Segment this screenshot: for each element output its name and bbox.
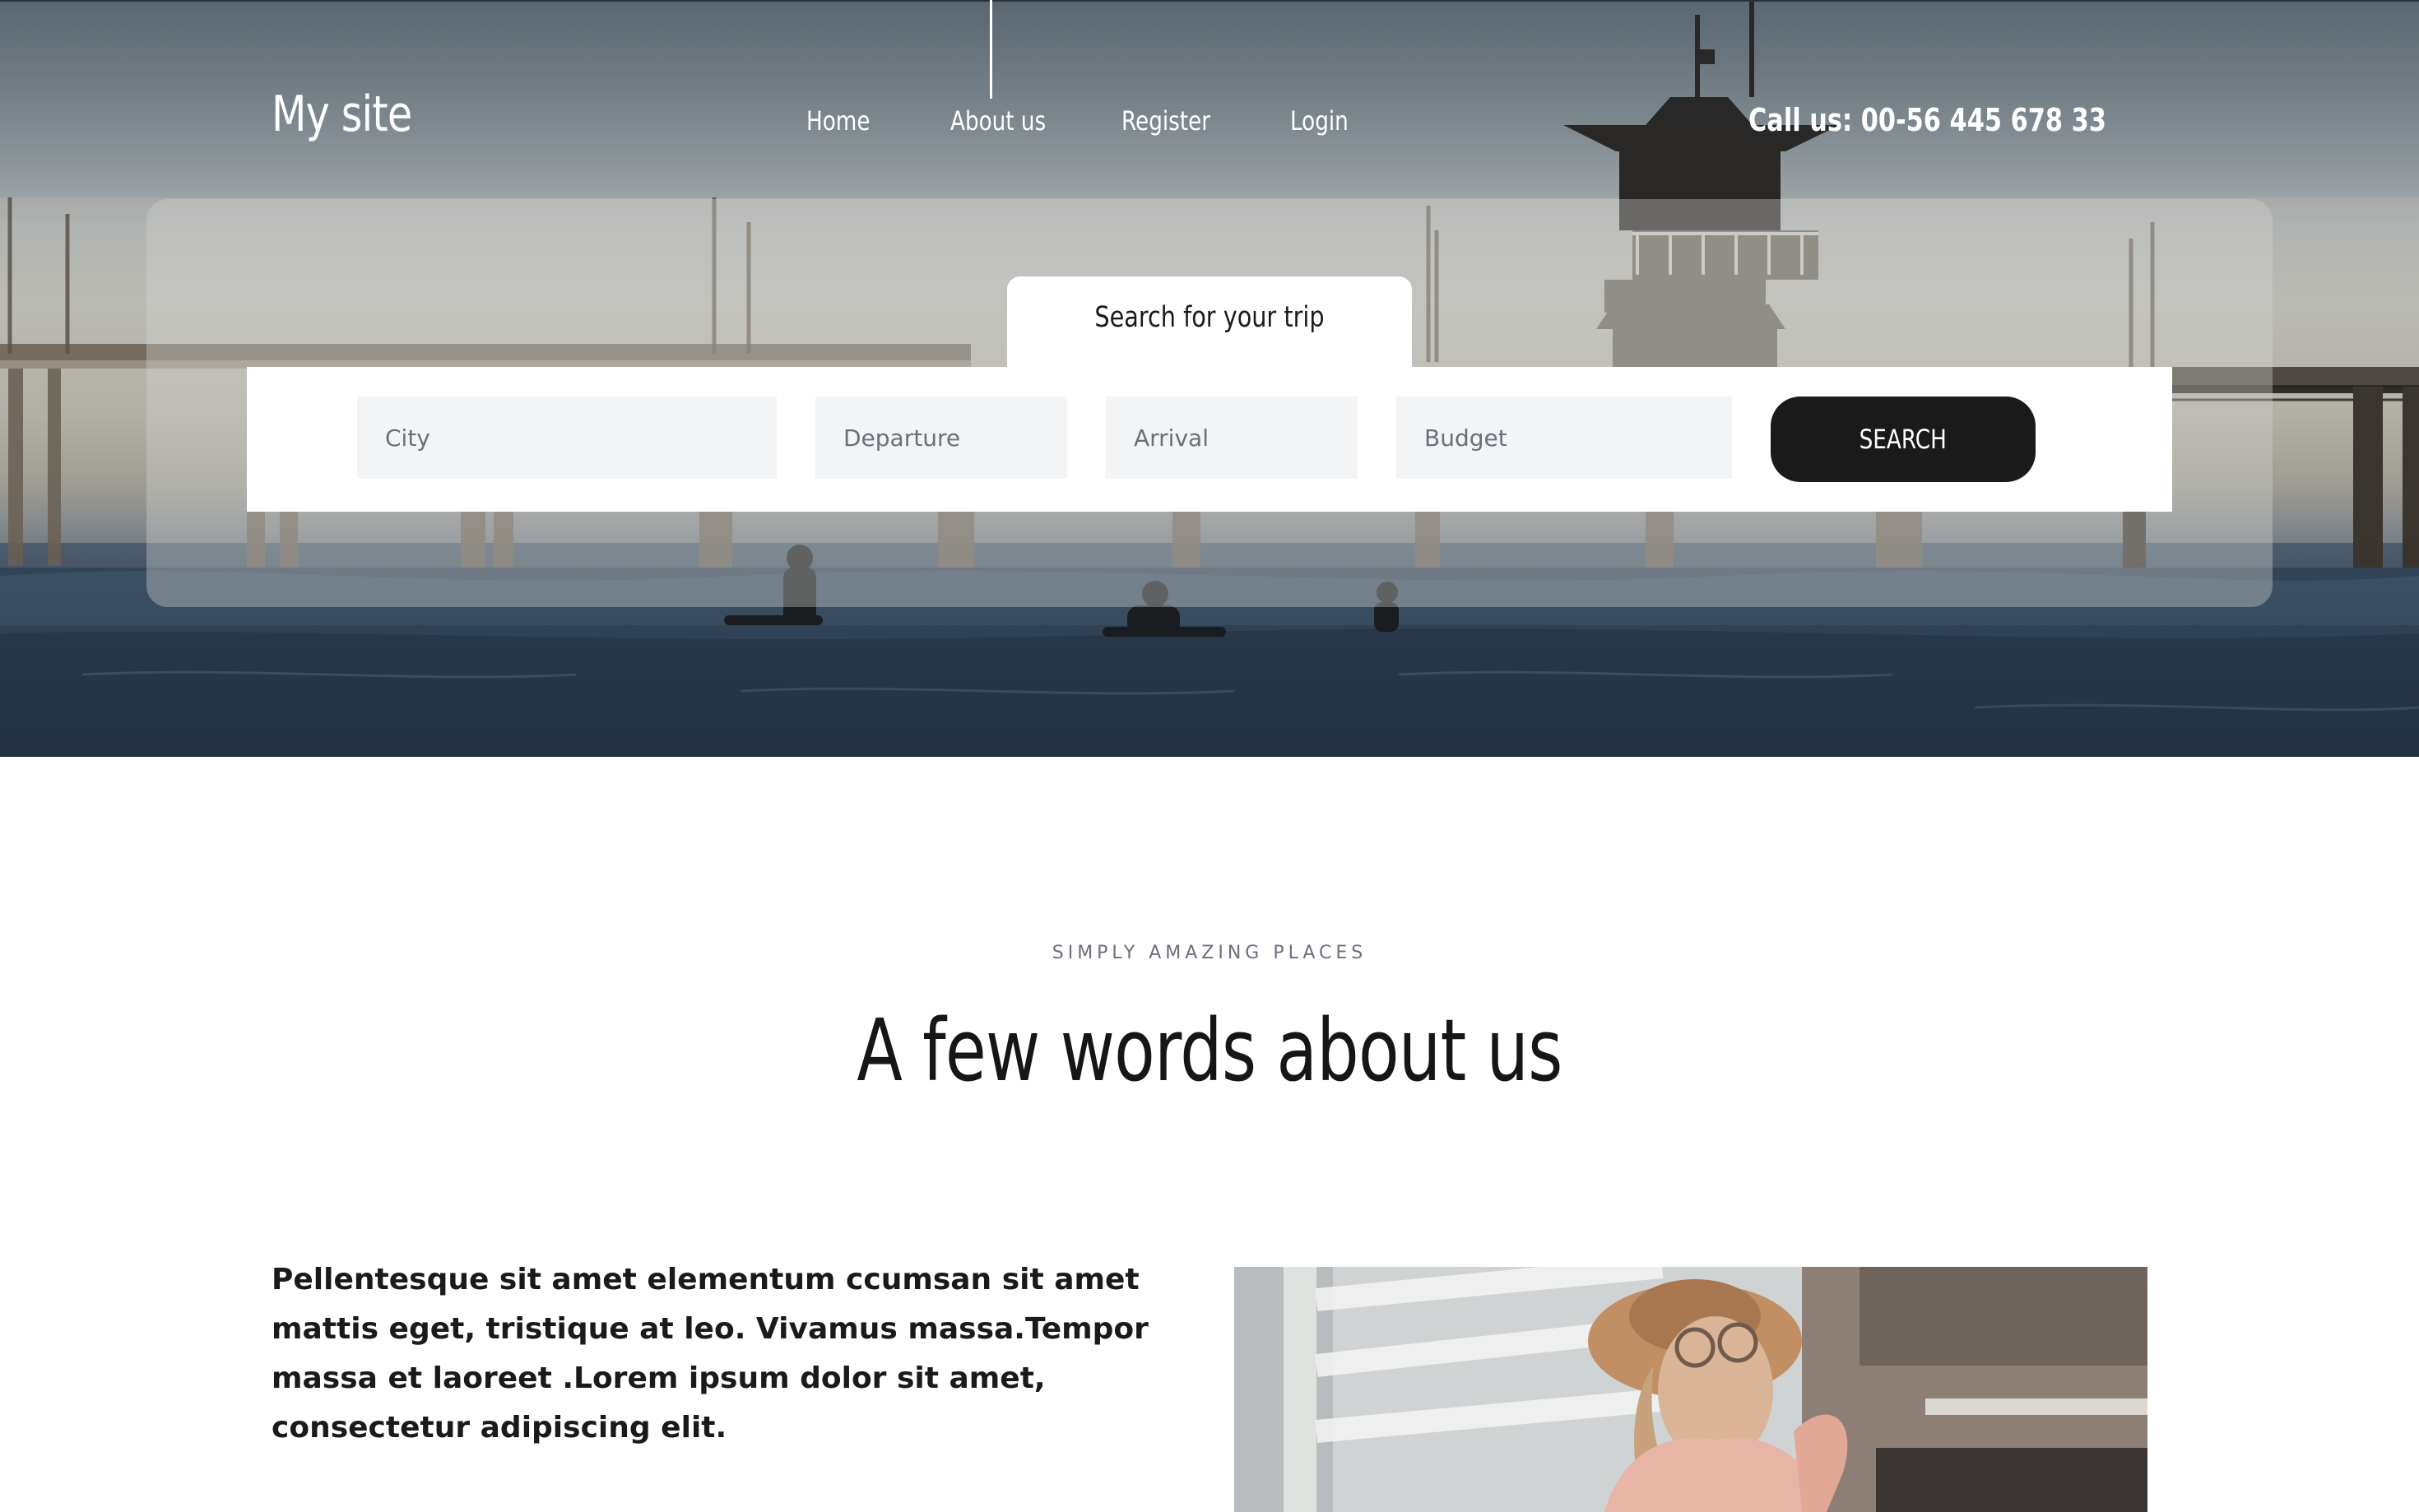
budget-input[interactable]: [1396, 397, 1732, 479]
search-tab-label: Search for your trip: [1094, 301, 1325, 334]
search-button[interactable]: SEARCH: [1771, 397, 2036, 482]
nav-active-indicator: [990, 0, 992, 99]
search-tab[interactable]: Search for your trip: [1007, 276, 1412, 370]
nav-register[interactable]: Register: [1121, 105, 1210, 137]
about-paragraph: Pellentesque sit amet elementum ccumsan …: [272, 1263, 1149, 1445]
search-button-label: SEARCH: [1859, 424, 1948, 455]
phone-number[interactable]: Call us: 00-56 445 678 33: [1748, 102, 2106, 138]
departure-input[interactable]: [815, 397, 1067, 479]
site-logo[interactable]: My site: [272, 86, 412, 143]
about-photo: [1234, 1267, 2147, 1512]
city-input[interactable]: [357, 397, 777, 479]
nav-login[interactable]: Login: [1290, 105, 1349, 137]
trip-search-form: SEARCH: [247, 367, 2172, 512]
nav-home[interactable]: Home: [806, 105, 870, 137]
top-border: [0, 0, 2419, 2]
arrival-input[interactable]: [1106, 397, 1358, 479]
section-eyebrow: SIMPLY AMAZING PLACES: [1052, 943, 1367, 963]
nav-about-us[interactable]: About us: [950, 105, 1046, 137]
woman-in-hat-photo: [1234, 1267, 2147, 1512]
hero-banner: My site Home About us Register Login Cal…: [0, 0, 2419, 757]
section-title: A few words about us: [857, 1000, 1562, 1101]
